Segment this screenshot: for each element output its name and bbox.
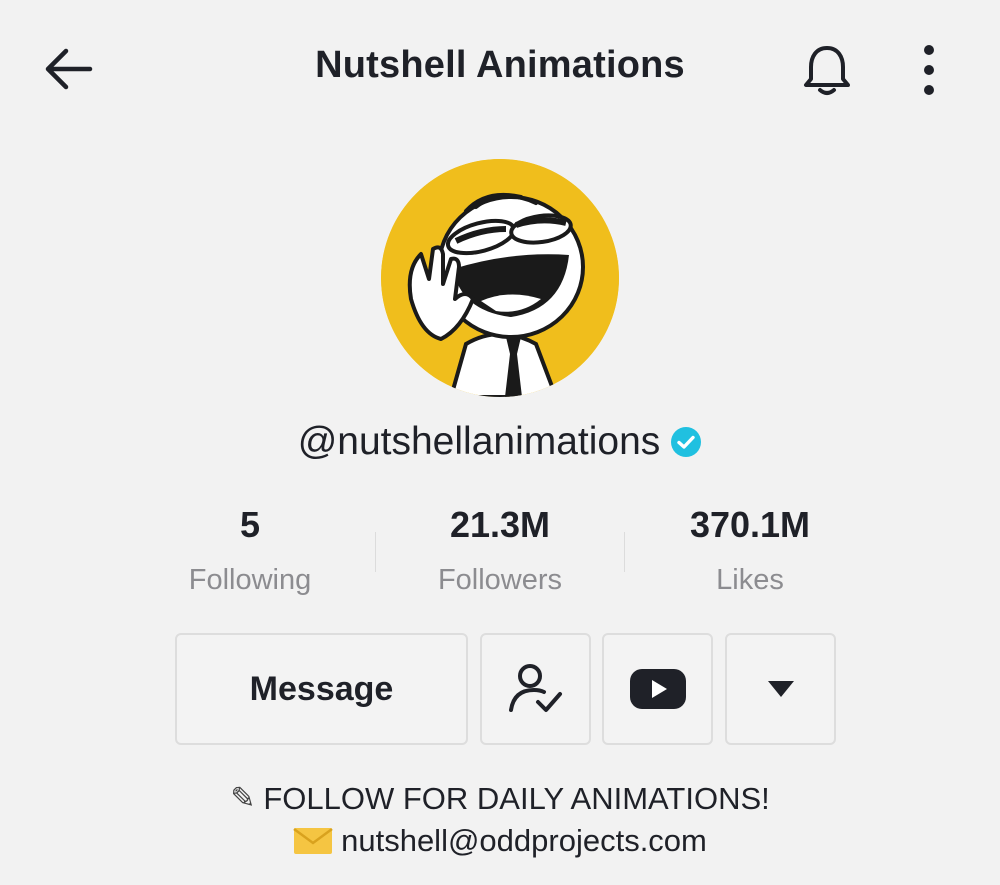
stat-followers[interactable]: 21.3M Followers bbox=[375, 500, 625, 610]
message-button[interactable]: Message bbox=[175, 633, 468, 745]
stat-likes[interactable]: 370.1M Likes bbox=[625, 500, 875, 610]
envelope-icon bbox=[293, 827, 333, 855]
stat-value: 21.3M bbox=[449, 504, 551, 545]
verified-badge-icon bbox=[670, 426, 702, 458]
action-buttons: Message bbox=[0, 633, 1000, 745]
stat-label: Following bbox=[188, 564, 312, 596]
bio-text: FOLLOW FOR DAILY ANIMATIONS! bbox=[263, 781, 770, 816]
following-status-button[interactable] bbox=[480, 633, 591, 745]
more-options-button[interactable] bbox=[905, 42, 953, 98]
youtube-icon bbox=[629, 669, 686, 709]
stat-value: 5 bbox=[239, 504, 261, 545]
bell-icon bbox=[804, 46, 850, 95]
stats-divider bbox=[624, 532, 625, 572]
suggested-accounts-dropdown[interactable] bbox=[725, 633, 836, 745]
caret-down-icon bbox=[767, 681, 794, 697]
bio-line: nutshell@oddprojects.com bbox=[0, 820, 1000, 862]
pencil-icon: ✎ bbox=[230, 782, 256, 815]
avatar[interactable] bbox=[381, 159, 619, 397]
user-check-icon bbox=[508, 664, 562, 712]
youtube-link-button[interactable] bbox=[602, 633, 713, 745]
stat-following[interactable]: 5 Following bbox=[125, 500, 375, 610]
avatar-character-image bbox=[381, 159, 619, 397]
stat-label: Likes bbox=[716, 564, 784, 596]
top-bar: Nutshell Animations bbox=[0, 0, 1000, 140]
stat-value: 370.1M bbox=[689, 504, 811, 545]
profile-stats: 5 Following 21.3M Followers 370.1M Likes bbox=[125, 500, 875, 610]
bio-line: ✎ FOLLOW FOR DAILY ANIMATIONS! bbox=[0, 778, 1000, 820]
contact-email[interactable]: nutshell@oddprojects.com bbox=[341, 820, 707, 862]
stats-divider bbox=[375, 532, 376, 572]
more-vertical-icon bbox=[924, 45, 934, 95]
username-handle: @nutshellanimations bbox=[297, 420, 661, 463]
stat-label: Followers bbox=[437, 564, 563, 596]
notifications-button[interactable] bbox=[798, 42, 856, 98]
handle-row: @nutshellanimations bbox=[0, 420, 1000, 464]
profile-bio: ✎ FOLLOW FOR DAILY ANIMATIONS! nutshell@… bbox=[0, 778, 1000, 862]
